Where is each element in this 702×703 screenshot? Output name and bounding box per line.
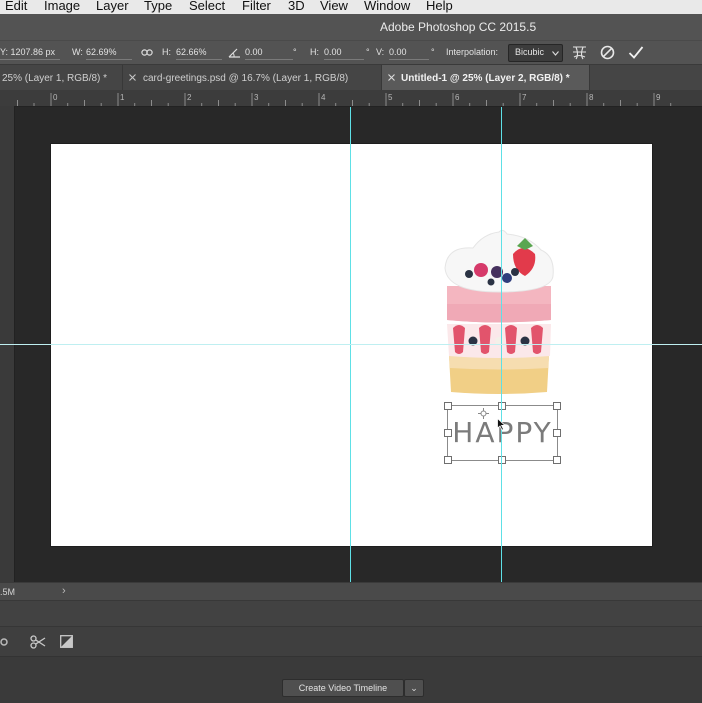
- settings-icon[interactable]: [0, 636, 10, 648]
- skew-v-value: 0.00: [389, 47, 407, 57]
- transform-handle-top[interactable]: [498, 402, 506, 410]
- close-tab-icon[interactable]: [388, 74, 395, 81]
- rotate-angle-value: 0.00: [245, 47, 263, 57]
- document-size: .5M: [0, 587, 16, 597]
- transform-handle-left[interactable]: [444, 429, 452, 437]
- document-canvas[interactable]: HAPPY: [51, 144, 652, 546]
- cancel-transform-icon[interactable]: [600, 45, 615, 60]
- skew-h-label: H:: [310, 47, 319, 57]
- transform-handle-right[interactable]: [553, 429, 561, 437]
- width-value: 62.69%: [86, 47, 117, 57]
- menu-edit[interactable]: Edit: [5, 0, 27, 13]
- horizontal-guide[interactable]: [0, 344, 702, 345]
- timeline-toolbar: [0, 626, 702, 657]
- menu-type[interactable]: Type: [144, 0, 172, 13]
- ruler-ticks: [17, 93, 672, 106]
- horizontal-ruler[interactable]: 0 1 2 3 4 5 6 7 8 9: [0, 90, 702, 107]
- status-menu-arrow[interactable]: ›: [62, 585, 66, 597]
- menu-3d[interactable]: 3D: [288, 0, 305, 13]
- transform-handle-bottom-left[interactable]: [444, 456, 452, 464]
- tab-document-1[interactable]: 25% (Layer 1, RGB/8) *: [0, 65, 123, 91]
- y-position-field[interactable]: Y: 1207.86 px: [0, 44, 60, 60]
- menu-select[interactable]: Select: [189, 0, 225, 13]
- status-bar: .5M ›: [0, 582, 702, 601]
- width-field[interactable]: 62.69%: [86, 44, 132, 60]
- transform-handle-top-left[interactable]: [444, 402, 452, 410]
- create-video-timeline-button[interactable]: Create Video Timeline: [282, 679, 404, 697]
- mouse-cursor-icon: [497, 418, 506, 431]
- skew-v-field[interactable]: 0.00 °: [389, 44, 435, 60]
- warp-icon[interactable]: [572, 45, 587, 60]
- split-clip-icon[interactable]: [30, 635, 46, 649]
- document-tab-bar: 25% (Layer 1, RGB/8) * card-greetings.ps…: [0, 64, 702, 91]
- chevron-down-icon: [552, 51, 559, 56]
- skew-h-value: 0.00: [324, 47, 342, 57]
- timeline-type-dropdown[interactable]: ⌄: [404, 679, 424, 697]
- tab-card-greetings[interactable]: card-greetings.psd @ 16.7% (Layer 1, RGB…: [123, 65, 382, 91]
- height-label: H:: [162, 47, 171, 57]
- menu-window[interactable]: Window: [364, 0, 410, 13]
- tab-label: 25% (Layer 1, RGB/8) *: [2, 73, 108, 84]
- transform-handle-bottom-right[interactable]: [553, 456, 561, 464]
- title-bar: Adobe Photoshop CC 2015.5: [0, 14, 702, 40]
- menu-filter[interactable]: Filter: [242, 0, 271, 13]
- window-title: Adobe Photoshop CC 2015.5: [380, 20, 537, 34]
- menu-help[interactable]: Help: [426, 0, 453, 13]
- timeline-panel-header: [0, 600, 702, 627]
- commit-transform-icon[interactable]: [628, 45, 644, 60]
- menu-image[interactable]: Image: [44, 0, 80, 13]
- height-value: 62.66%: [176, 47, 207, 57]
- y-position-value: Y: 1207.86 px: [0, 47, 56, 57]
- timeline-body: Create Video Timeline ⌄: [0, 656, 702, 703]
- menu-view[interactable]: View: [320, 0, 348, 13]
- skew-v-label: V:: [376, 47, 385, 57]
- skew-h-field[interactable]: 0.00 °: [324, 44, 370, 60]
- menu-layer[interactable]: Layer: [96, 0, 129, 13]
- transform-handle-top-right[interactable]: [553, 402, 561, 410]
- tab-label: Untitled-1 @ 25% (Layer 2, RGB/8) *: [401, 73, 570, 84]
- rotate-angle-field[interactable]: 0.00 °: [245, 44, 297, 60]
- reference-point-icon[interactable]: [478, 408, 489, 419]
- interpolation-value: Bicubic: [515, 47, 545, 57]
- skew-v-unit: °: [431, 47, 435, 57]
- width-label: W:: [72, 47, 83, 57]
- close-tab-icon[interactable]: [129, 74, 136, 81]
- link-icon[interactable]: [141, 48, 153, 57]
- interpolation-select[interactable]: Bicubic: [508, 44, 563, 62]
- angle-icon: [228, 48, 240, 58]
- transform-handle-bottom[interactable]: [498, 456, 506, 464]
- transform-bounding-box[interactable]: HAPPY: [444, 402, 561, 464]
- tab-label: card-greetings.psd @ 16.7% (Layer 1, RGB…: [143, 73, 349, 84]
- tab-untitled-1[interactable]: Untitled-1 @ 25% (Layer 2, RGB/8) *: [382, 65, 590, 91]
- cake-illustration[interactable]: [443, 228, 563, 398]
- transform-options-bar: Y: 1207.86 px W: 62.69% H: 62.66% 0.00 °…: [0, 40, 702, 65]
- mac-menu-bar: Edit Image Layer Type Select Filter 3D V…: [0, 0, 702, 14]
- skew-h-unit: °: [366, 47, 370, 57]
- interpolation-label: Interpolation:: [446, 47, 499, 57]
- height-field[interactable]: 62.66%: [176, 44, 222, 60]
- transition-icon[interactable]: [60, 635, 73, 648]
- rotate-degree-unit: °: [293, 47, 297, 57]
